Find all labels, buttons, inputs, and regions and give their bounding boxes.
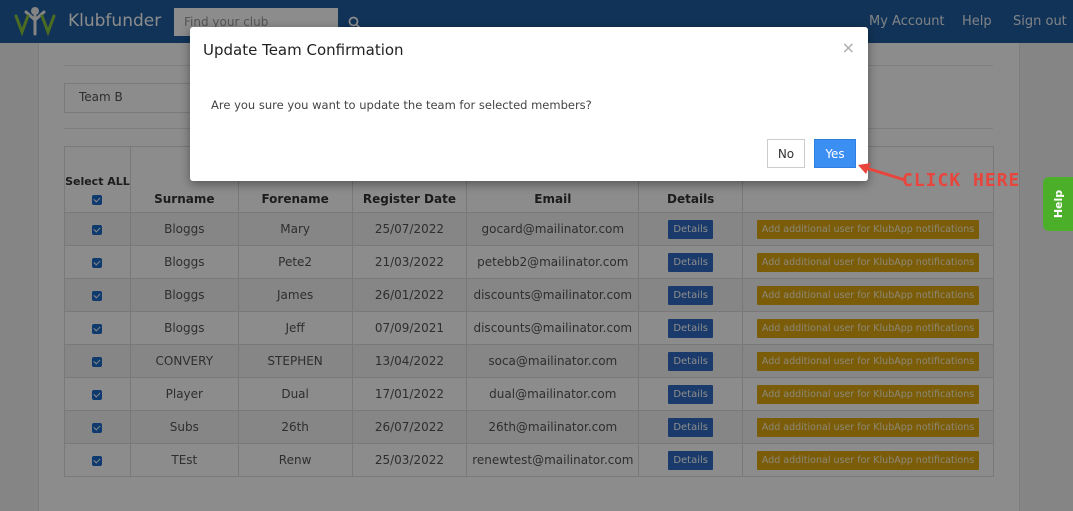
modal-title: Update Team Confirmation [203,41,404,59]
no-button[interactable]: No [767,139,805,168]
click-here-annotation: CLICK HERE [902,170,1021,191]
help-tab-label[interactable]: Help [1044,190,1072,218]
close-icon[interactable]: × [842,38,855,57]
modal-message: Are you sure you want to update the team… [211,98,592,112]
update-team-modal: Update Team Confirmation × Are you sure … [190,27,868,181]
yes-button[interactable]: Yes [814,139,856,168]
